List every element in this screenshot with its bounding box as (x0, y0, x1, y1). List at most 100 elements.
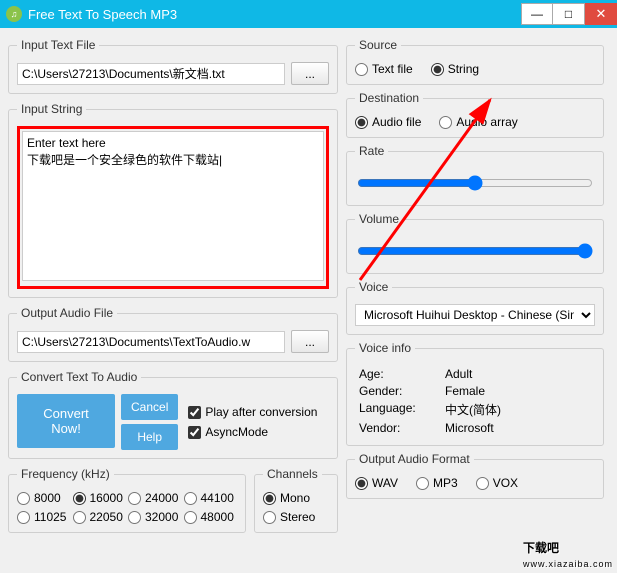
gender-label: Gender: (359, 384, 439, 398)
channels-option-label-stereo: Stereo (280, 510, 315, 524)
channels-option-mono[interactable]: Mono (263, 491, 329, 505)
volume-legend: Volume (355, 212, 403, 226)
output-format-group: Output Audio Format WAV MP3 VOX (346, 452, 604, 499)
frequency-option-radio-22050[interactable] (73, 511, 86, 524)
source-legend: Source (355, 38, 401, 52)
cancel-button[interactable]: Cancel (121, 394, 178, 420)
output-format-option-mp3[interactable]: MP3 (416, 476, 458, 490)
frequency-option-radio-44100[interactable] (184, 492, 197, 505)
frequency-option-radio-16000[interactable] (73, 492, 86, 505)
volume-slider[interactable] (357, 242, 593, 260)
convert-legend: Convert Text To Audio (17, 370, 141, 384)
frequency-option-label-11025: 11025 (34, 510, 66, 524)
async-mode-label: AsyncMode (205, 425, 268, 439)
source-option-radio-text-file[interactable] (355, 63, 368, 76)
input-string-highlight: Enter text here 下载吧是一个安全绿色的软件下载站| (17, 126, 329, 289)
channels-option-radio-stereo[interactable] (263, 511, 276, 524)
convert-now-button[interactable]: Convert Now! (17, 394, 115, 448)
frequency-option-11025[interactable]: 11025 (17, 510, 71, 524)
source-option-label-text-file: Text file (372, 62, 413, 76)
frequency-option-label-8000: 8000 (34, 491, 61, 505)
rate-group: Rate (346, 144, 604, 206)
play-after-checkbox-row[interactable]: Play after conversion (188, 405, 317, 419)
frequency-option-8000[interactable]: 8000 (17, 491, 71, 505)
source-option-text-file[interactable]: Text file (355, 62, 413, 76)
source-option-string[interactable]: String (431, 62, 479, 76)
voice-group: Voice Microsoft Huihui Desktop - Chinese… (346, 280, 604, 335)
frequency-legend: Frequency (kHz) (17, 467, 114, 481)
output-format-option-vox[interactable]: VOX (476, 476, 518, 490)
input-text-file-group: Input Text File ... (8, 38, 338, 94)
output-format-option-label-vox: VOX (493, 476, 518, 490)
destination-option-label-audio-file: Audio file (372, 115, 421, 129)
frequency-option-label-16000: 16000 (90, 491, 123, 505)
maximize-button[interactable]: □ (553, 3, 585, 25)
frequency-option-24000[interactable]: 24000 (128, 491, 182, 505)
frequency-option-32000[interactable]: 32000 (128, 510, 182, 524)
minimize-button[interactable]: — (521, 3, 553, 25)
gender-value: Female (445, 384, 591, 398)
destination-legend: Destination (355, 91, 423, 105)
voice-info-group: Voice info Age: Adult Gender: Female Lan… (346, 341, 604, 446)
titlebar: ♫ Free Text To Speech MP3 — □ ✕ (0, 0, 617, 28)
channels-option-stereo[interactable]: Stereo (263, 510, 329, 524)
frequency-option-label-24000: 24000 (145, 491, 178, 505)
frequency-option-44100[interactable]: 44100 (184, 491, 238, 505)
window-title: Free Text To Speech MP3 (28, 7, 521, 22)
vendor-label: Vendor: (359, 421, 439, 435)
play-after-checkbox[interactable] (188, 406, 201, 419)
frequency-option-label-48000: 48000 (201, 510, 234, 524)
rate-slider[interactable] (357, 174, 593, 192)
channels-option-label-mono: Mono (280, 491, 310, 505)
output-audio-file-legend: Output Audio File (17, 306, 117, 320)
input-file-browse-button[interactable]: ... (291, 62, 329, 85)
voice-legend: Voice (355, 280, 392, 294)
source-group: Source Text file String (346, 38, 604, 85)
channels-option-radio-mono[interactable] (263, 492, 276, 505)
output-format-option-radio-wav[interactable] (355, 477, 368, 490)
frequency-option-radio-8000[interactable] (17, 492, 30, 505)
output-format-option-wav[interactable]: WAV (355, 476, 398, 490)
output-audio-file-group: Output Audio File ... (8, 306, 338, 362)
frequency-option-label-44100: 44100 (201, 491, 234, 505)
rate-legend: Rate (355, 144, 388, 158)
output-format-option-radio-mp3[interactable] (416, 477, 429, 490)
close-button[interactable]: ✕ (585, 3, 617, 25)
frequency-option-radio-48000[interactable] (184, 511, 197, 524)
frequency-option-label-22050: 22050 (90, 510, 123, 524)
source-option-label-string: String (448, 62, 479, 76)
input-string-textarea[interactable]: Enter text here 下载吧是一个安全绿色的软件下载站| (22, 131, 324, 281)
frequency-option-22050[interactable]: 22050 (73, 510, 127, 524)
channels-legend: Channels (263, 467, 322, 481)
input-text-file-legend: Input Text File (17, 38, 99, 52)
vendor-value: Microsoft (445, 421, 591, 435)
frequency-option-radio-24000[interactable] (128, 492, 141, 505)
language-value: 中文(简体) (445, 401, 591, 418)
output-format-option-radio-vox[interactable] (476, 477, 489, 490)
input-file-path[interactable] (17, 63, 285, 85)
async-mode-checkbox[interactable] (188, 426, 201, 439)
convert-group: Convert Text To Audio Convert Now! Cance… (8, 370, 338, 459)
output-format-legend: Output Audio Format (355, 452, 474, 466)
output-file-browse-button[interactable]: ... (291, 330, 329, 353)
input-string-group: Input String Enter text here 下载吧是一个安全绿色的… (8, 102, 338, 298)
output-file-path[interactable] (17, 331, 285, 353)
source-option-radio-string[interactable] (431, 63, 444, 76)
destination-option-audio-array[interactable]: Audio array (439, 115, 517, 129)
output-format-option-label-mp3: MP3 (433, 476, 458, 490)
input-string-legend: Input String (17, 102, 86, 116)
destination-option-radio-audio-array[interactable] (439, 116, 452, 129)
help-button[interactable]: Help (121, 424, 178, 450)
frequency-option-radio-32000[interactable] (128, 511, 141, 524)
frequency-option-48000[interactable]: 48000 (184, 510, 238, 524)
frequency-group: Frequency (kHz) 8000 16000 24000 44100 11025… (8, 467, 246, 533)
async-mode-checkbox-row[interactable]: AsyncMode (188, 425, 317, 439)
destination-option-audio-file[interactable]: Audio file (355, 115, 421, 129)
voice-select[interactable]: Microsoft Huihui Desktop - Chinese (Sim (355, 304, 595, 326)
frequency-option-radio-11025[interactable] (17, 511, 30, 524)
destination-option-radio-audio-file[interactable] (355, 116, 368, 129)
volume-group: Volume (346, 212, 604, 274)
frequency-option-label-32000: 32000 (145, 510, 178, 524)
play-after-label: Play after conversion (205, 405, 317, 419)
frequency-option-16000[interactable]: 16000 (73, 491, 127, 505)
